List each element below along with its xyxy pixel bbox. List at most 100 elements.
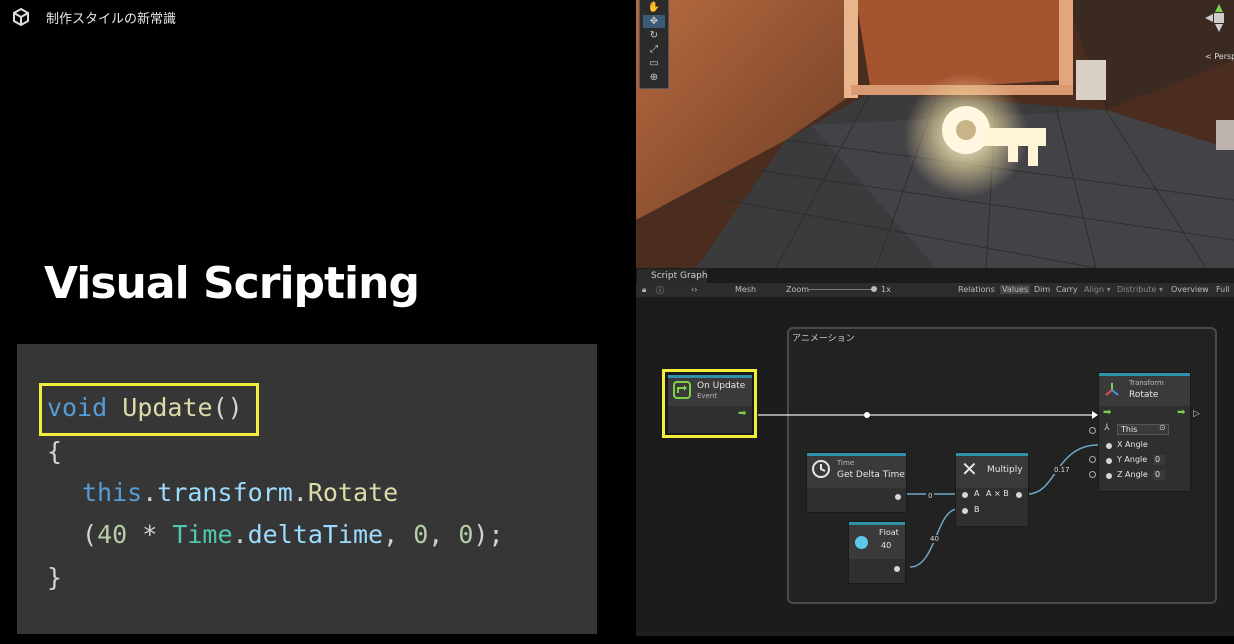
hand-icon[interactable]: ✋	[643, 1, 665, 14]
flow-wire-knot	[864, 412, 870, 418]
target-value: This	[1121, 425, 1138, 434]
toolbar-dim[interactable]: Dim	[1034, 285, 1050, 294]
scene-tool-palette: ✋ ✥ ↻ ⤢ ▭ ⊕	[639, 0, 669, 89]
move-icon[interactable]: ✥	[643, 15, 665, 28]
multiply-icon: ✕	[961, 457, 978, 481]
node-get-delta-time[interactable]: Time Get Delta Time	[806, 452, 907, 513]
toolbar-relations[interactable]: Relations	[958, 285, 995, 294]
code-dot: .	[232, 520, 248, 549]
formula-label: A × B	[986, 489, 1009, 498]
video-title: 制作スタイルの新常識	[46, 12, 177, 27]
perspective-label[interactable]: < Persp	[1205, 52, 1234, 61]
code-line-2: {	[47, 437, 63, 466]
code-comma: ,	[383, 520, 414, 549]
graph-tab-bar	[636, 268, 1234, 283]
wire-label-float: 40	[928, 535, 941, 543]
clock-icon	[812, 460, 830, 478]
code-highlight-box	[39, 383, 259, 436]
info-icon[interactable]: ⓘ	[656, 285, 664, 296]
rotate-icon[interactable]: ↻	[643, 29, 665, 42]
node-highlight-box	[662, 369, 757, 438]
flow-out-arrow-icon[interactable]: ➡	[1177, 407, 1185, 418]
port-x-angle[interactable]	[1106, 443, 1112, 449]
code-close: );	[473, 520, 504, 549]
scene-view[interactable]	[636, 0, 1234, 268]
flow-in-arrow-icon[interactable]: ➡	[1103, 407, 1111, 418]
code-rotate: Rotate	[307, 478, 399, 507]
port-y-in[interactable]	[1089, 456, 1096, 463]
code-comma: ,	[428, 520, 459, 549]
toolbar-overview[interactable]: Overview	[1171, 285, 1209, 294]
float-value-field[interactable]: 40	[879, 540, 899, 551]
toolbar-zoom-label: Zoom	[786, 285, 810, 294]
code-transform: transform	[157, 478, 293, 507]
code-number-0b: 0	[458, 520, 474, 549]
x-angle-label: X Angle	[1117, 440, 1148, 449]
y-angle-field[interactable]: 0	[1153, 455, 1165, 465]
transform-axes-icon	[1105, 383, 1119, 396]
toolbar-carry[interactable]: Carry	[1056, 285, 1078, 294]
port-delta-time-out[interactable]	[895, 494, 901, 500]
port-b-in[interactable]	[962, 508, 968, 514]
node-float[interactable]: Float 40	[848, 521, 906, 584]
scale-icon[interactable]: ⤢	[643, 43, 665, 56]
code-this: this	[82, 478, 143, 507]
z-angle-field[interactable]: 0	[1153, 470, 1165, 480]
code-number-0a: 0	[413, 520, 429, 549]
z-angle-label: Z Angle	[1117, 470, 1148, 479]
lock-icon[interactable]: 🔒︎	[642, 285, 646, 295]
node-title: Transform	[1129, 379, 1164, 387]
code-class-time: Time	[172, 520, 233, 549]
toolbar-values[interactable]: Values	[1000, 285, 1031, 294]
code-paren: (	[82, 520, 98, 549]
node-subtitle: Get Delta Time	[837, 470, 905, 480]
graph-tab-label: Script Graph	[651, 271, 708, 281]
code-deltatime: deltaTime	[247, 520, 384, 549]
tab-script-graph[interactable]: Script Graph	[637, 269, 708, 283]
port-product-out[interactable]	[1016, 492, 1022, 498]
node-subtitle: Rotate	[1129, 390, 1159, 400]
port-y-angle[interactable]	[1106, 458, 1112, 464]
scene-pillar-right	[1059, 0, 1073, 92]
port-z-angle[interactable]	[1106, 473, 1112, 479]
float-type-icon	[855, 536, 868, 549]
code-dot: .	[142, 478, 158, 507]
code-operator: *	[127, 520, 173, 549]
scene-pillar-left	[844, 0, 858, 98]
slide-title: Visual Scripting	[44, 258, 420, 309]
port-a-label: A	[974, 489, 980, 498]
toolbar-mesh[interactable]: Mesh	[735, 285, 756, 294]
zoom-slider-handle[interactable]	[871, 286, 877, 292]
port-b-label: B	[974, 505, 980, 514]
code-line-3: this.transform.Rotate	[82, 478, 398, 507]
code-number-40: 40	[97, 520, 128, 549]
flow-out-triangle-icon[interactable]: ▷	[1193, 409, 1200, 419]
toolbar-distribute[interactable]: Distribute ▾	[1117, 285, 1163, 294]
y-angle-label: Y Angle	[1117, 455, 1148, 464]
port-z-in[interactable]	[1089, 471, 1096, 478]
node-title: Float	[879, 528, 899, 537]
target-picker-icon[interactable]: ⊙	[1159, 423, 1166, 432]
port-target-in[interactable]	[1089, 427, 1096, 434]
unity-logo-icon	[13, 7, 29, 27]
port-a-in[interactable]	[962, 492, 968, 498]
transform-small-icon: ⅄	[1104, 423, 1110, 433]
code-dot: .	[292, 478, 308, 507]
code-line-4: (40 * Time.deltaTime, 0, 0);	[82, 520, 504, 549]
transform-icon[interactable]: ⊕	[643, 71, 665, 84]
rect-icon[interactable]: ▭	[643, 57, 665, 70]
toolbar-full[interactable]: Full	[1216, 285, 1230, 294]
zoom-value: 1x	[881, 285, 891, 294]
wire-label-delta: 0	[926, 492, 935, 500]
graph-toolbar: 🔒︎ ⓘ ‹› Mesh Zoom 1x Relations Values Di…	[636, 283, 1234, 297]
toolbar-align[interactable]: Align ▾	[1084, 285, 1111, 294]
code-view-icon[interactable]: ‹›	[691, 285, 697, 294]
node-title: Multiply	[987, 465, 1023, 475]
port-float-out[interactable]	[894, 566, 900, 572]
zoom-slider[interactable]	[808, 289, 876, 290]
node-title: Time	[837, 459, 855, 467]
wire-label-product: 0.17	[1052, 466, 1072, 474]
node-transform-rotate[interactable]: Transform Rotate ➡ ➡ ⅄ This ⊙ X Angle Y …	[1098, 372, 1191, 492]
code-line-5: }	[47, 563, 63, 592]
node-multiply[interactable]: ✕ Multiply A A × B B	[955, 452, 1029, 527]
